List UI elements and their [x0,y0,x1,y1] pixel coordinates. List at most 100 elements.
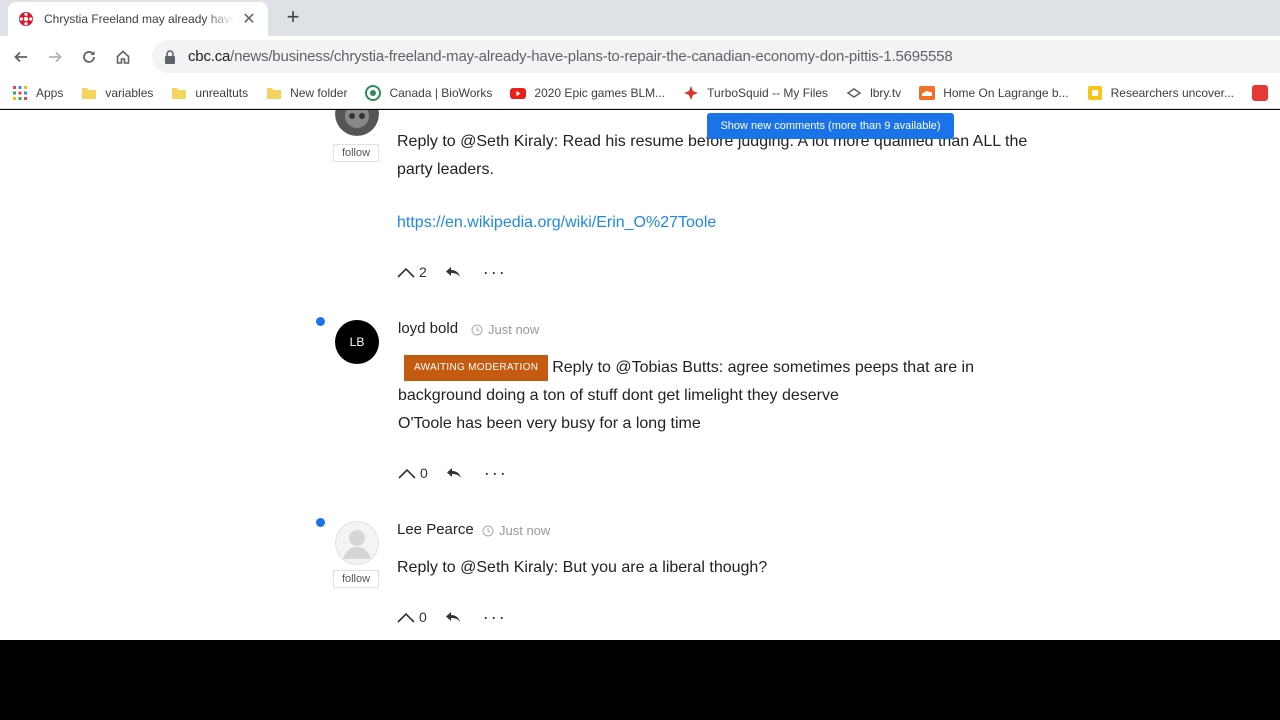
avatar[interactable] [335,521,379,565]
folder-icon [172,87,187,99]
author-name[interactable]: Lee Pearce [397,521,474,538]
unread-indicator [316,518,325,527]
comment-actions: 0 ··· [397,608,507,626]
chevron-up-icon [397,267,415,278]
bookmark-label: Apps [36,85,64,100]
url-path: /news/business/chrystia-freeland-may-alr… [230,48,953,65]
chevron-up-icon [398,468,416,479]
upvote-count: 0 [419,609,427,625]
arrow-left-icon [14,51,27,62]
comment-text-line: AWAITING MODERATION Reply to @Tobias Butt… [398,354,1038,382]
wikipedia-link[interactable]: https://en.wikipedia.org/wiki/Erin_O%27T… [397,214,716,232]
turbosquid-icon [684,85,699,100]
more-options-button[interactable]: ··· [483,263,507,281]
home-button[interactable] [106,40,140,74]
folder-icon [267,87,282,99]
arrow-right-icon [49,51,62,62]
bookmark-label: New folder [290,85,348,100]
reply-button[interactable] [445,266,461,278]
follow-button[interactable]: follow [333,144,379,162]
bookmark-label: variables [105,85,154,100]
bookmark-label: lbry.tv [870,85,902,100]
bookmark-label: Researchers uncover... [1110,85,1235,100]
comment-text: Reply to @Seth Kiraly: But you are a lib… [397,554,1037,582]
tab-close-icon[interactable]: ✕ [240,10,258,28]
upvote-button[interactable]: 0 [398,465,428,481]
bookmark-researchers[interactable]: Researchers uncover... [1087,85,1234,101]
clock-icon [471,324,483,335]
comment-text-line: party leaders. [397,161,494,178]
bookmark-unrealtuts[interactable]: unrealtuts [171,85,248,101]
reload-button[interactable] [72,40,106,74]
bookmarks-bar: Apps variables unrealtuts New folder Can… [0,77,1280,109]
reply-icon [445,612,460,622]
address-bar[interactable]: cbc.ca/news/business/chrystia-freeland-m… [152,40,1280,73]
comment-text: AWAITING MODERATION Reply to @Tobias Butt… [398,354,1038,438]
follow-button[interactable]: follow [333,570,379,588]
author-name[interactable]: loyd bold [398,320,458,337]
url-host: cbc.ca [188,48,231,65]
bioworks-icon [365,84,382,101]
new-tab-button[interactable]: + [282,4,304,29]
folder-icon [82,87,97,99]
forward-button[interactable] [38,40,72,74]
bookmark-label: 2020 Epic games BLM... [534,85,666,100]
comment-text-span: Reply to @Tobias Butts: agree sometimes … [552,359,975,376]
more-options-button[interactable]: ··· [484,464,508,482]
unread-indicator [316,317,325,326]
comment-text-line: Reply to @Seth Kiraly: But you are a lib… [397,559,768,576]
upvote-count: 0 [420,465,428,481]
bookmark-overflow[interactable] [1252,84,1276,101]
bookmark-apps[interactable]: Apps [12,85,63,101]
red-favicon-icon [1252,84,1269,101]
bookmark-epic-games[interactable]: 2020 Epic games BLM... [510,85,665,101]
apps-grid-icon [13,85,27,100]
bookmark-label: unrealtuts [195,85,249,100]
soundcloud-icon [919,85,936,100]
bookmark-turbosquid[interactable]: TurboSquid -- My Files [683,85,828,101]
comment-actions: 0 ··· [398,464,508,482]
comments-section: follow Reply to @Seth Kiraly: Read his r… [0,110,1280,640]
tab-strip: Chrystia Freeland may already have plans… [0,0,1280,36]
reply-icon [445,267,460,277]
upvote-button[interactable]: 2 [397,264,427,280]
lbry-icon [846,87,862,98]
lock-icon [165,49,175,64]
back-button[interactable] [4,40,38,74]
timestamp-text: Just now [488,322,540,337]
upvote-button[interactable]: 0 [397,609,427,625]
comment-actions: 2 ··· [397,263,507,281]
tab-title: Chrystia Freeland may already have plans… [44,12,234,26]
chevron-up-icon [397,612,415,623]
bookmark-label: Canada | BioWorks [389,85,493,100]
bookmark-bioworks[interactable]: Canada | BioWorks [365,84,493,101]
bookmark-new-folder[interactable]: New folder [266,85,347,101]
letterbox-bar [0,640,1280,720]
timestamp: Just now [471,322,539,337]
show-new-comments-button[interactable]: Show new comments (more than 9 available… [707,113,954,139]
awaiting-moderation-badge: AWAITING MODERATION [404,354,549,381]
upvote-count: 2 [419,264,427,280]
more-options-button[interactable]: ··· [483,608,507,626]
avatar-initials: LB [349,335,365,349]
avatar[interactable]: LB [335,320,379,364]
active-tab[interactable]: Chrystia Freeland may already have plans… [8,2,268,36]
bookmark-lagrange[interactable]: Home On Lagrange b... [919,85,1069,101]
bookmark-lbry[interactable]: lbry.tv [846,85,901,101]
cbc-favicon-icon [19,12,33,26]
timestamp-text: Just now [499,523,551,538]
url-text: cbc.ca/news/business/chrystia-freeland-m… [188,48,953,65]
bookmark-variables[interactable]: variables [81,85,153,101]
reply-button[interactable] [445,611,461,623]
bookmark-label: Home On Lagrange b... [943,85,1069,100]
timestamp: Just now [482,523,550,538]
browser-toolbar: cbc.ca/news/business/chrystia-freeland-m… [0,36,1280,77]
comment-text-line: background doing a ton of stuff dont get… [398,387,839,404]
youtube-icon [510,87,527,99]
reload-icon [83,50,95,63]
avatar[interactable] [335,110,379,136]
home-icon [116,49,130,64]
comment-text-line: O'Toole has been very busy for a long ti… [398,415,701,432]
bookmark-yellow-icon [1087,85,1102,100]
reply-button[interactable] [446,467,462,479]
